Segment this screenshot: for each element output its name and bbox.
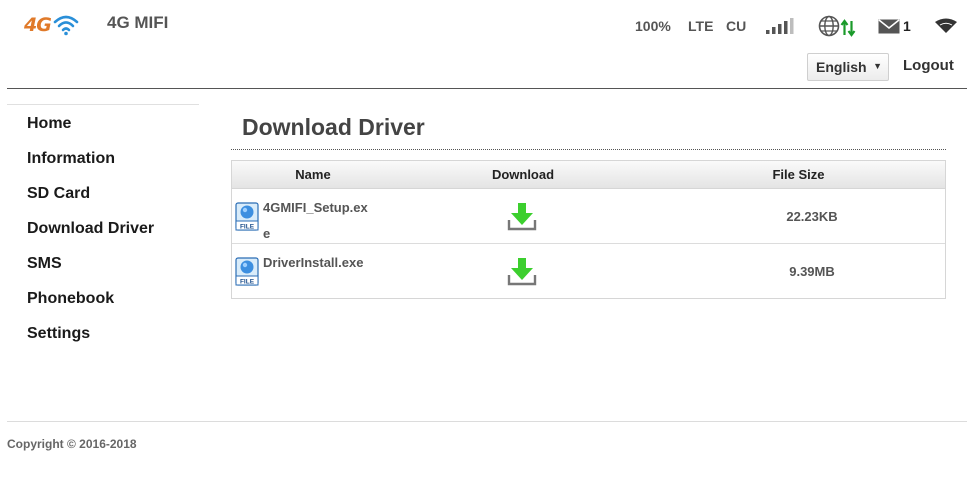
copyright-text: Copyright © 2016-2018 bbox=[7, 437, 137, 451]
column-header-download: Download bbox=[491, 167, 555, 182]
file-size: 22.23KB bbox=[786, 209, 838, 224]
data-transfer-icon bbox=[840, 19, 856, 37]
logout-link[interactable]: Logout bbox=[903, 57, 954, 74]
file-name: 4GMIFI_Setup.exe bbox=[263, 200, 368, 241]
sidebar-item-sd-card[interactable]: SD Card bbox=[7, 175, 199, 210]
file-icon: FILE bbox=[235, 257, 259, 286]
brand-name: 4G MIFI bbox=[107, 13, 169, 32]
sidebar-item-phonebook[interactable]: Phonebook bbox=[7, 280, 199, 315]
download-icon[interactable] bbox=[507, 201, 537, 231]
network-type: LTE bbox=[688, 18, 714, 34]
page-title: Download Driver bbox=[242, 114, 425, 140]
signal-bars-icon bbox=[765, 14, 795, 38]
header-divider bbox=[7, 88, 967, 89]
logo: 4G bbox=[24, 12, 79, 38]
battery-status: 100% bbox=[635, 18, 671, 34]
sidebar-nav: Home Information SD Card Download Driver… bbox=[7, 104, 199, 350]
title-divider bbox=[231, 149, 946, 150]
language-select-value: English bbox=[816, 59, 867, 75]
internet-status bbox=[818, 14, 856, 38]
sidebar-item-sms[interactable]: SMS bbox=[7, 245, 199, 280]
download-icon[interactable] bbox=[507, 256, 537, 286]
logo-text: 4G bbox=[24, 14, 52, 36]
file-size: 9.39MB bbox=[789, 264, 835, 279]
table-header: Name Download File Size bbox=[232, 161, 945, 189]
column-header-file-size: File Size bbox=[772, 167, 825, 182]
sidebar-item-home[interactable]: Home bbox=[7, 105, 199, 140]
table-row: FILE DriverInstall.exe 9.39MB bbox=[232, 244, 945, 298]
file-name: DriverInstall.exe bbox=[263, 255, 364, 270]
svg-text:FILE: FILE bbox=[240, 224, 255, 231]
operator-name: CU bbox=[726, 18, 747, 34]
driver-table: Name Download File Size FILE 4GMIFI_Setu… bbox=[231, 160, 946, 299]
sidebar-item-information[interactable]: Information bbox=[7, 140, 199, 175]
sidebar-item-download-driver[interactable]: Download Driver bbox=[7, 210, 199, 245]
table-row: FILE 4GMIFI_Setup.exe 22.23KB bbox=[232, 189, 945, 244]
header: 4G 4G MIFI 100% LTE CU 1 English ▼ Logou… bbox=[0, 0, 976, 90]
chevron-down-icon: ▼ bbox=[873, 61, 882, 71]
logo-wifi-icon bbox=[53, 15, 79, 36]
mail-icon bbox=[878, 18, 900, 33]
svg-text:FILE: FILE bbox=[240, 279, 255, 286]
language-select[interactable]: English ▼ bbox=[807, 53, 889, 81]
globe-icon bbox=[818, 15, 840, 37]
unread-count: 1 bbox=[903, 18, 911, 34]
column-header-name: Name bbox=[295, 167, 331, 182]
wifi-icon bbox=[934, 14, 958, 38]
footer-divider bbox=[7, 421, 967, 422]
messages-indicator[interactable]: 1 bbox=[878, 14, 911, 38]
sidebar-item-settings[interactable]: Settings bbox=[7, 315, 199, 350]
file-icon: FILE bbox=[235, 202, 259, 231]
